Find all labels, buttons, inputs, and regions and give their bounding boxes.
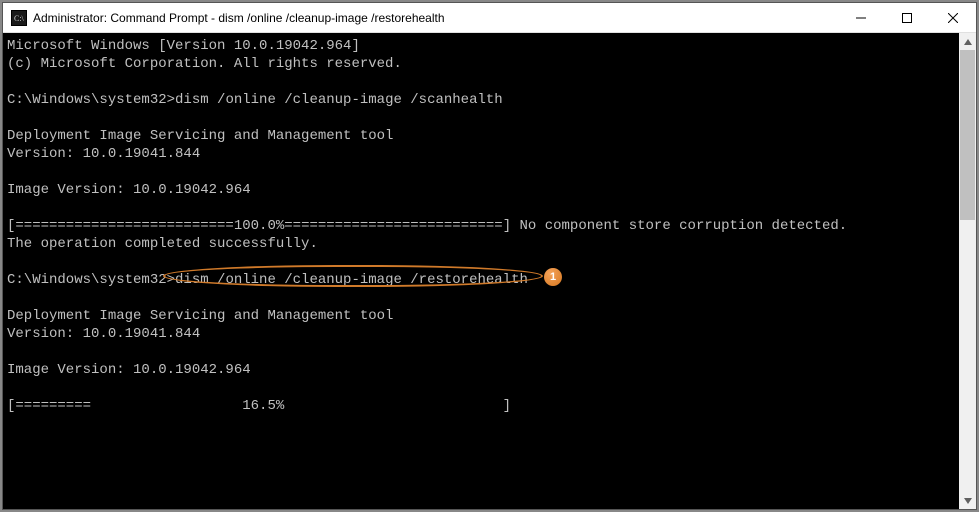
image-version: Image Version: 10.0.19042.964 [7, 361, 959, 379]
blank-line [7, 379, 959, 397]
prompt-line-1: C:\Windows\system32>dism /online /cleanu… [7, 91, 959, 109]
copyright-line: (c) Microsoft Corporation. All rights re… [7, 55, 959, 73]
progress-complete-line: [==========================100.0%=======… [7, 217, 959, 235]
dism-tool-name: Deployment Image Servicing and Managemen… [7, 307, 959, 325]
blank-line [7, 73, 959, 91]
blank-line [7, 163, 959, 181]
prompt-text: C:\Windows\system32> [7, 92, 175, 108]
window-controls [838, 3, 976, 32]
minimize-button[interactable] [838, 3, 884, 32]
prompt-line-2: C:\Windows\system32>dism /online /cleanu… [7, 271, 959, 289]
blank-line [7, 289, 959, 307]
blank-line [7, 343, 959, 361]
blank-line [7, 199, 959, 217]
operation-complete: The operation completed successfully. [7, 235, 959, 253]
command-prompt-window: C:\ Administrator: Command Prompt - dism… [2, 2, 977, 510]
dism-tool-name: Deployment Image Servicing and Managemen… [7, 127, 959, 145]
svg-text:C:\: C:\ [14, 14, 25, 23]
command-scan: dism /online /cleanup-image /scanhealth [175, 92, 503, 108]
scroll-thumb[interactable] [960, 50, 975, 220]
scroll-track[interactable] [959, 50, 976, 492]
scroll-down-button[interactable] [959, 492, 976, 509]
cmd-icon: C:\ [11, 10, 27, 26]
client-area: Microsoft Windows [Version 10.0.19042.96… [3, 33, 976, 509]
window-title: Administrator: Command Prompt - dism /on… [33, 11, 838, 25]
titlebar[interactable]: C:\ Administrator: Command Prompt - dism… [3, 3, 976, 33]
blank-line [7, 253, 959, 271]
maximize-button[interactable] [884, 3, 930, 32]
image-version: Image Version: 10.0.19042.964 [7, 181, 959, 199]
vertical-scrollbar[interactable] [959, 33, 976, 509]
blank-line [7, 109, 959, 127]
scroll-up-button[interactable] [959, 33, 976, 50]
os-version-line: Microsoft Windows [Version 10.0.19042.96… [7, 37, 959, 55]
close-button[interactable] [930, 3, 976, 32]
command-restore: dism /online /cleanup-image /restoreheal… [175, 272, 528, 288]
terminal-output[interactable]: Microsoft Windows [Version 10.0.19042.96… [3, 33, 959, 509]
dism-tool-version: Version: 10.0.19041.844 [7, 145, 959, 163]
progress-partial-line: [========= 16.5% ] [7, 397, 959, 415]
dism-tool-version: Version: 10.0.19041.844 [7, 325, 959, 343]
prompt-text: C:\Windows\system32> [7, 272, 175, 288]
no-corruption-msg: No component store corruption detected. [511, 218, 847, 234]
